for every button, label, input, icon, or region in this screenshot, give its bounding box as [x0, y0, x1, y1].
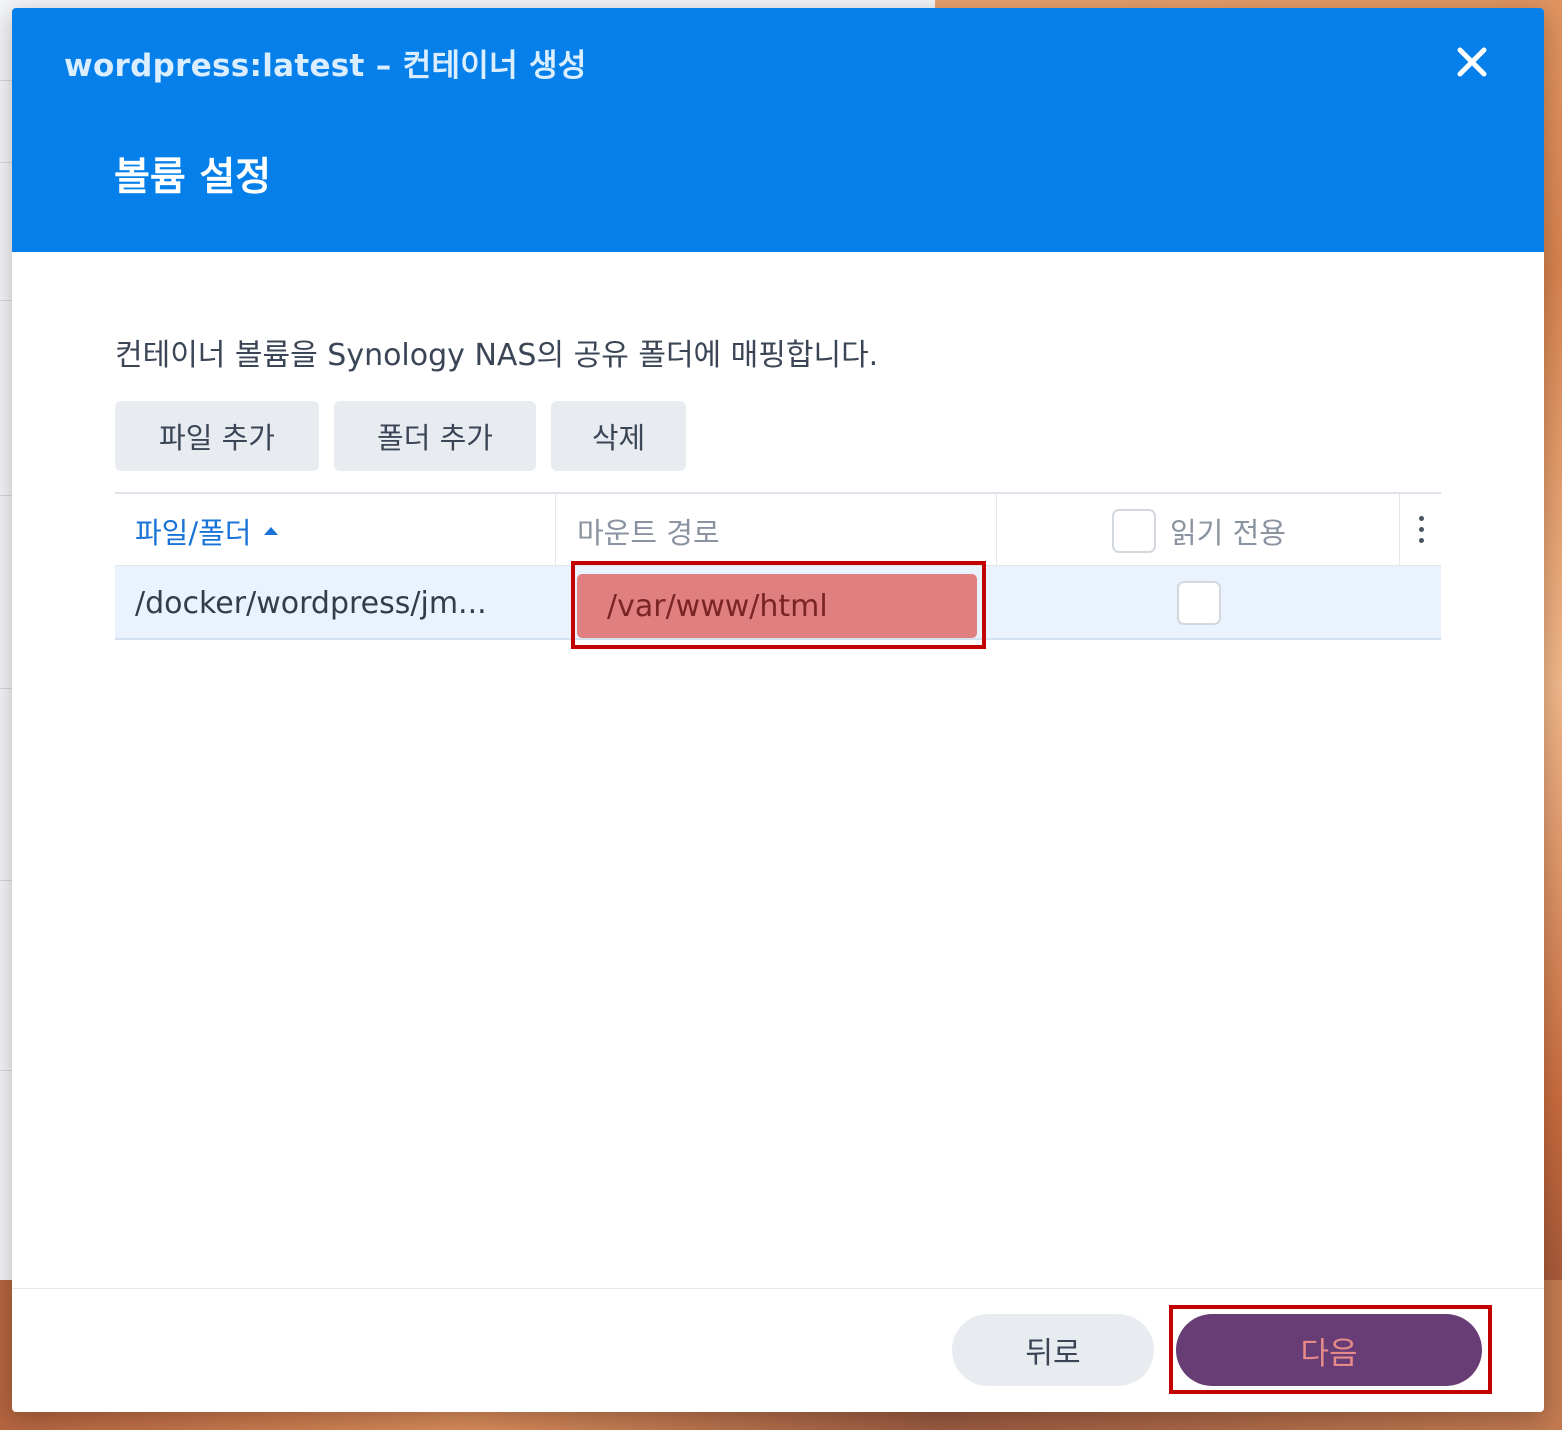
close-button[interactable]	[1448, 38, 1496, 86]
column-header-mount-path[interactable]: 마운트 경로	[577, 494, 720, 568]
read-only-checkbox[interactable]	[1177, 581, 1221, 625]
footer-divider	[12, 1288, 1544, 1289]
create-container-dialog: wordpress:latest – 컨테이너 생성 볼륨 설정 컨테이너 볼륨…	[12, 8, 1544, 1412]
read-only-cell	[1177, 566, 1221, 640]
volume-table: 파일/폴더 마운트 경로 읽기 전용 /docker/wordpress/jm.…	[115, 492, 1441, 640]
table-row[interactable]: /docker/wordpress/jm... /var/www/html	[115, 566, 1441, 640]
next-button[interactable]: 다음	[1176, 1314, 1482, 1386]
column-header-label: 읽기 전용	[1170, 516, 1286, 550]
table-header: 파일/폴더 마운트 경로 읽기 전용	[115, 492, 1441, 568]
column-menu-icon[interactable]	[1418, 516, 1424, 546]
step-title: 볼륨 설정	[114, 155, 272, 200]
read-only-select-all-checkbox[interactable]	[1112, 509, 1156, 553]
dialog-header: wordpress:latest – 컨테이너 생성 볼륨 설정	[12, 8, 1544, 252]
column-header-label: 마운트 경로	[577, 516, 720, 550]
back-button[interactable]: 뒤로	[952, 1314, 1154, 1386]
file-folder-cell: /docker/wordpress/jm...	[135, 585, 487, 621]
description-text: 컨테이너 볼륨을 Synology NAS의 공유 폴더에 매핑합니다.	[115, 338, 879, 373]
delete-button[interactable]: 삭제	[551, 401, 686, 471]
add-file-button[interactable]: 파일 추가	[115, 401, 319, 471]
column-header-read-only: 읽기 전용	[1112, 494, 1286, 568]
column-separator	[996, 494, 997, 568]
column-header-file-folder[interactable]: 파일/폴더	[135, 494, 278, 568]
column-separator	[555, 494, 556, 568]
sort-ascending-icon	[263, 527, 278, 535]
mount-path-input[interactable]: /var/www/html	[577, 574, 977, 638]
close-icon	[1457, 47, 1487, 77]
window-title: wordpress:latest – 컨테이너 생성	[64, 48, 587, 84]
add-folder-button[interactable]: 폴더 추가	[334, 401, 536, 471]
column-header-label: 파일/폴더	[135, 516, 252, 550]
column-separator	[1399, 494, 1400, 568]
